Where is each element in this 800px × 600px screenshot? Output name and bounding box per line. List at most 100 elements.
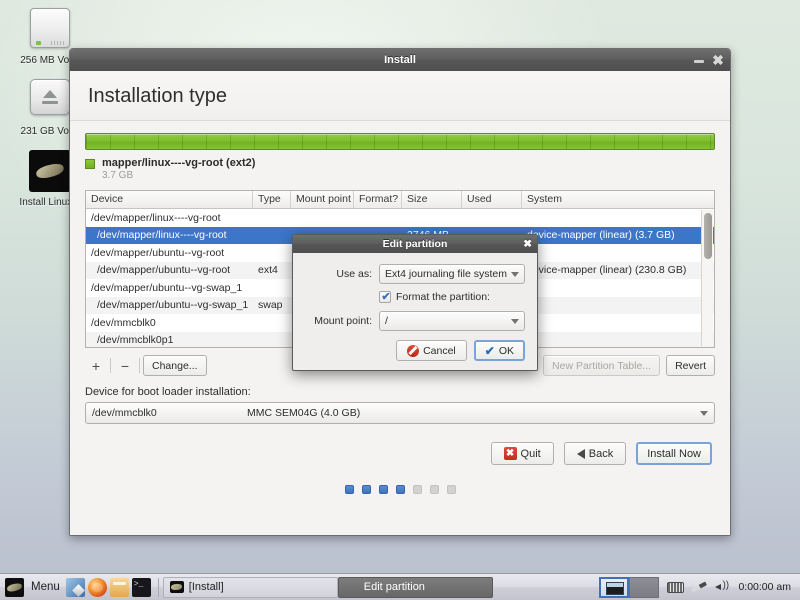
mouse-logo-icon [5, 577, 24, 597]
revert-button[interactable]: Revert [666, 355, 715, 376]
progress-dot [378, 485, 388, 494]
add-partition-button[interactable]: + [85, 355, 107, 376]
cell-device: /dev/mapper/ubuntu--vg-root [91, 246, 225, 259]
cell-device: /dev/mapper/ubuntu--vg-swap_1 [91, 281, 243, 294]
page-title: Installation type [88, 85, 227, 107]
dialog-cancel-label: Cancel [423, 344, 456, 357]
close-x-icon: ✖ [503, 447, 517, 460]
clock: 0:00:00 am [738, 581, 791, 593]
cell-device: /dev/mmcblk0 [91, 316, 156, 329]
new-partition-table-button[interactable]: New Partition Table... [543, 355, 661, 376]
volume-icon[interactable] [714, 580, 730, 593]
workspace-button-2[interactable] [629, 576, 660, 598]
blue-app-icon[interactable] [65, 577, 85, 597]
chevron-down-icon [700, 410, 708, 416]
cell-system: device-mapper (linear) (230.8 GB) [527, 264, 687, 277]
install-now-button[interactable]: Install Now [636, 442, 712, 465]
install-now-button-label: Install Now [647, 447, 701, 460]
progress-dot [429, 485, 439, 494]
start-menu-label: Menu [31, 581, 60, 593]
quit-button[interactable]: ✖ Quit [490, 442, 554, 465]
bootloader-device-value: /dev/mmcblk0 [92, 407, 157, 419]
table-scrollbar[interactable] [701, 210, 713, 346]
hard-drive-icon [27, 8, 73, 52]
cell-device: /dev/mapper/ubuntu--vg-swap_1 [97, 299, 249, 312]
use-as-label: Use as: [336, 268, 372, 280]
taskbar-divider [157, 577, 159, 597]
workspace-button-1[interactable] [599, 576, 630, 598]
bootloader-device-description: MMC SEM04G (4.0 GB) [247, 407, 361, 419]
progress-dot [361, 485, 371, 494]
window-thumbnail-icon [169, 581, 184, 593]
dialog-ok-label: OK [498, 344, 514, 357]
progress-dot [446, 485, 456, 494]
format-partition-row[interactable]: Format the partition: [379, 290, 525, 303]
progress-dot [395, 485, 405, 494]
cell-device: /dev/mmcblk0p1 [97, 334, 174, 347]
close-icon[interactable]: ✖ [712, 53, 724, 67]
minimize-icon[interactable] [693, 54, 705, 66]
mount-point-value: / [385, 315, 388, 327]
cell-device: /dev/mapper/linux----vg-root [97, 229, 227, 242]
column-header-system: System [527, 193, 563, 205]
dialog-title: Edit partition [382, 238, 448, 250]
cell-type: ext4 [258, 264, 278, 277]
dialog-titlebar[interactable]: Edit partition ✖ [293, 235, 537, 253]
toolbar-divider [139, 358, 140, 373]
window-title: Install [384, 54, 416, 66]
change-partition-button[interactable]: Change... [143, 355, 207, 376]
legend-partition-name: mapper/linux----vg-root (ext2) [102, 157, 256, 169]
folder-icon[interactable] [109, 577, 129, 597]
use-as-select[interactable]: Ext4 journaling file system [379, 264, 525, 284]
back-button[interactable]: Back [563, 442, 627, 465]
dialog-body: Use as: Ext4 journaling file system Form… [293, 253, 537, 370]
dialog-close-icon[interactable]: ✖ [523, 236, 532, 252]
taskbar-task-label: Edit partition [363, 581, 425, 593]
taskbar-task-install[interactable]: [Install] [162, 576, 338, 598]
arrow-left-icon [576, 448, 585, 459]
check-icon: ✔ [484, 343, 495, 358]
usb-installer-icon [27, 150, 73, 194]
column-header-device: Device [86, 191, 253, 208]
dialog-cancel-button[interactable]: Cancel [396, 340, 467, 361]
use-as-value: Ext4 journaling file system [385, 268, 507, 280]
column-header-used: Used [462, 191, 522, 208]
firefox-icon[interactable] [87, 577, 107, 597]
back-button-label: Back [588, 447, 614, 460]
cell-system: device-mapper (linear) (3.7 GB) [527, 229, 675, 242]
scrollbar-thumb[interactable] [704, 213, 712, 259]
terminal-icon[interactable] [131, 577, 151, 597]
keyboard-icon[interactable] [667, 581, 685, 593]
workspace-pager [599, 576, 660, 598]
partition-legend: mapper/linux----vg-root (ext2) 3.7 GB [85, 157, 715, 181]
table-row[interactable]: /dev/mapper/linux----vg-root [86, 209, 714, 227]
chevron-down-icon [511, 318, 519, 324]
legend-partition-size: 3.7 GB [102, 170, 134, 181]
column-header-mountpoint: Mount point [291, 191, 354, 208]
taskbar-task-label: [Install] [188, 581, 224, 593]
bootloader-label: Device for boot loader installation: [85, 386, 251, 398]
format-partition-label: Format the partition: [396, 291, 490, 303]
dialog-ok-button[interactable]: ✔ OK [473, 340, 525, 361]
mount-point-label: Mount point: [314, 315, 372, 327]
partition-usage-bar [85, 133, 715, 150]
wizard-footer: ✖ Quit Back Install Now [85, 442, 715, 465]
taskbar: Menu [Install] Edit partition 0:00:00 am [0, 573, 800, 600]
bootloader-device-select[interactable]: /dev/mmcblk0 MMC SEM04G (4.0 GB) [85, 402, 715, 424]
mount-point-row: Mount point: / [305, 311, 525, 331]
cancel-icon [407, 344, 420, 357]
pen-icon[interactable] [691, 581, 707, 593]
progress-dot [344, 485, 354, 494]
format-partition-checkbox[interactable] [379, 290, 392, 303]
column-header-type: Type [253, 191, 291, 208]
window-controls: ✖ [693, 49, 724, 71]
dialog-footer: Cancel ✔ OK [305, 340, 525, 361]
mount-point-select[interactable]: / [379, 311, 525, 331]
cell-type: swap [258, 299, 283, 312]
window-titlebar[interactable]: Install ✖ [70, 49, 730, 71]
use-as-row: Use as: Ext4 journaling file system [305, 264, 525, 284]
start-menu-button[interactable]: Menu [3, 576, 66, 599]
taskbar-task-edit-partition[interactable]: Edit partition [337, 576, 493, 598]
cell-device: /dev/mapper/ubuntu--vg-root [97, 264, 231, 277]
remove-partition-button[interactable]: − [114, 355, 136, 376]
